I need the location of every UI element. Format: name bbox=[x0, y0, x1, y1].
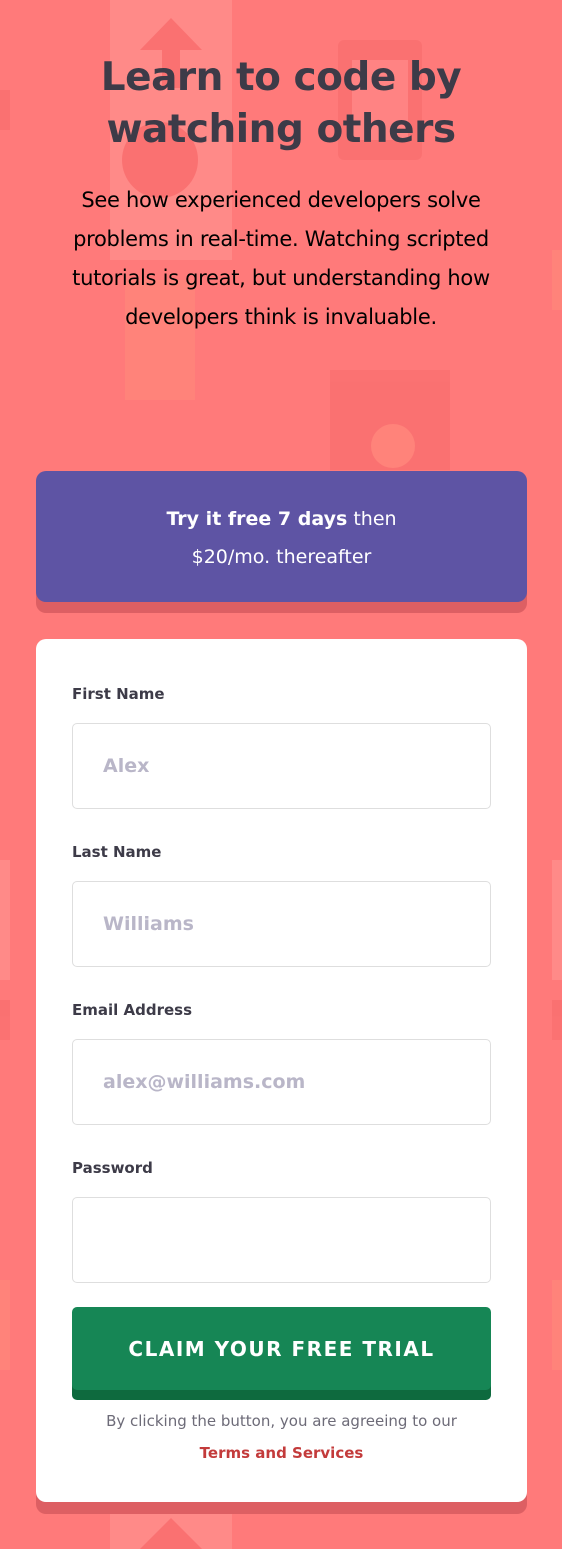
promo-highlight: Try it free 7 days bbox=[166, 508, 348, 530]
first-name-label: First Name bbox=[72, 685, 165, 703]
legal-text: By clicking the button, you are agreeing… bbox=[106, 1412, 457, 1430]
promo-rest: then bbox=[353, 508, 397, 530]
promo-price: $20/mo. thereafter bbox=[191, 546, 372, 568]
last-name-input[interactable] bbox=[72, 881, 491, 967]
title-line-2: watching others bbox=[106, 107, 456, 152]
hero-description: See how experienced developers solve pro… bbox=[72, 188, 490, 329]
promo-banner: Try it free 7 days then $20/mo. thereaft… bbox=[36, 471, 527, 602]
claim-trial-button[interactable]: CLAIM YOUR FREE TRIAL bbox=[72, 1307, 491, 1390]
page-title: Learn to code by watching others bbox=[0, 52, 562, 156]
first-name-input[interactable] bbox=[72, 723, 491, 809]
password-input[interactable] bbox=[72, 1197, 491, 1283]
password-label: Password bbox=[72, 1159, 153, 1177]
email-input[interactable] bbox=[72, 1039, 491, 1125]
last-name-label: Last Name bbox=[72, 843, 162, 861]
signup-form: First Name Last Name Email Address Passw… bbox=[36, 639, 527, 1502]
legal-notice: By clicking the button, you are agreeing… bbox=[36, 1405, 527, 1469]
terms-link[interactable]: Terms and Services bbox=[36, 1437, 527, 1469]
email-label: Email Address bbox=[72, 1001, 193, 1019]
title-line-1: Learn to code by bbox=[100, 55, 462, 100]
